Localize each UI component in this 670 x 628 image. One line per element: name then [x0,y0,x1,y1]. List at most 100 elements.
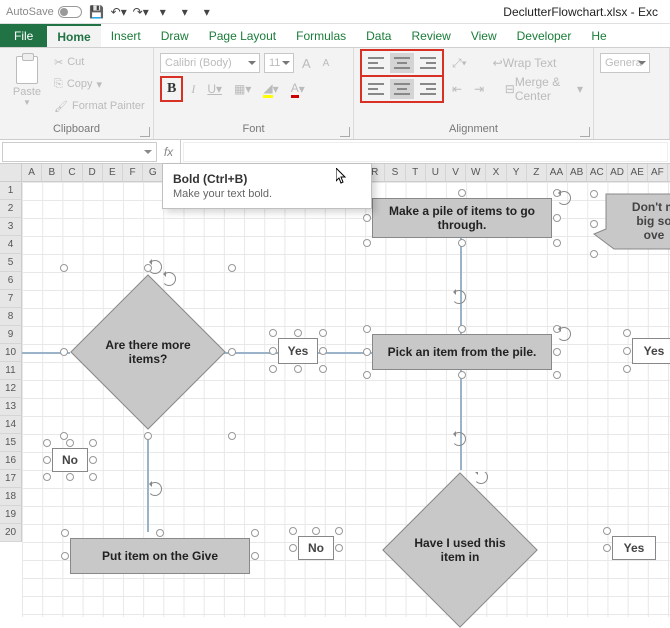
paste-button[interactable]: Paste ▼ [6,52,48,116]
drawing-canvas[interactable]: Make a pile of items to go through. Don'… [22,182,670,617]
align-right-button[interactable] [416,79,440,99]
col-header[interactable]: Z [527,164,547,181]
row-header[interactable]: 11 [0,362,22,380]
tab-home[interactable]: Home [47,24,100,47]
top-align-button[interactable] [364,53,388,73]
rotate-handle-icon[interactable] [474,472,488,484]
row-header[interactable]: 6 [0,272,22,290]
redo-icon[interactable]: ↷▾ [134,5,148,19]
italic-button[interactable]: I [187,79,199,99]
col-header[interactable]: F [123,164,143,181]
tab-data[interactable]: Data [356,24,401,47]
row-header[interactable]: 12 [0,380,22,398]
tab-page-layout[interactable]: Page Layout [199,24,286,47]
dialog-launcher-icon[interactable] [340,127,350,137]
dialog-launcher-icon[interactable] [580,127,590,137]
row-header[interactable]: 3 [0,218,22,236]
col-header[interactable]: E [103,164,123,181]
underline-button[interactable]: U ▾ [203,79,226,99]
cut-button[interactable]: ✂Cut [54,52,145,72]
col-header[interactable]: AB [567,164,587,181]
middle-align-button[interactable] [390,53,414,73]
dialog-launcher-icon[interactable] [140,127,150,137]
col-header[interactable]: AC [587,164,607,181]
row-header[interactable]: 9 [0,326,22,344]
row-header[interactable]: 16 [0,452,22,470]
align-left-button[interactable] [364,79,388,99]
tab-insert[interactable]: Insert [101,24,151,47]
shape-process[interactable]: Pick an item from the pile. [372,334,552,370]
wrap-text-button[interactable]: ↩ Wrap Text [489,53,561,73]
qat-icon[interactable]: ▾ [178,5,192,19]
shape-decision[interactable]: Have I used this item in [382,472,538,628]
bold-button[interactable]: B [163,79,180,99]
row-header[interactable]: 1 [0,182,22,200]
row-header[interactable]: 8 [0,308,22,326]
col-header[interactable]: AD [607,164,627,181]
shape-label[interactable]: Yes [612,536,656,560]
col-header[interactable]: A [22,164,42,181]
row-header[interactable]: 20 [0,524,22,542]
col-header[interactable]: AE [628,164,648,181]
col-header[interactable]: T [406,164,426,181]
format-painter-button[interactable]: 🖌Format Painter [54,96,145,116]
rotate-handle-icon[interactable] [148,260,162,274]
col-header[interactable]: AA [547,164,567,181]
bottom-align-button[interactable] [416,53,440,73]
select-all-corner[interactable] [0,164,22,181]
number-format-combo[interactable]: Genera [600,53,650,73]
tab-help[interactable]: He [581,24,616,47]
row-header[interactable]: 13 [0,398,22,416]
col-header[interactable]: W [466,164,486,181]
copy-button[interactable]: ⎘Copy ▾ [54,74,145,94]
tab-review[interactable]: Review [401,24,460,47]
row-header[interactable]: 17 [0,470,22,488]
fx-icon[interactable]: fx [157,140,181,163]
qat-icon[interactable]: ▾ [156,5,170,19]
increase-font-button[interactable]: A [298,53,315,73]
row-header[interactable]: 4 [0,236,22,254]
col-header[interactable]: X [486,164,506,181]
font-size-combo[interactable]: 11 [264,53,294,73]
save-icon[interactable]: 💾 [90,5,104,19]
col-header[interactable]: G [143,164,163,181]
increase-indent-button[interactable]: ⇥ [470,79,488,99]
tab-formulas[interactable]: Formulas [286,24,356,47]
name-box[interactable] [2,142,157,162]
row-header[interactable]: 18 [0,488,22,506]
col-header[interactable]: B [42,164,62,181]
decrease-font-button[interactable]: A [319,53,334,73]
shape-label[interactable]: No [52,448,88,472]
col-header[interactable]: Y [507,164,527,181]
undo-icon[interactable]: ↶▾ [112,5,126,19]
row-header[interactable]: 19 [0,506,22,524]
col-header[interactable]: U [426,164,446,181]
col-header[interactable]: S [385,164,405,181]
rotate-handle-icon[interactable] [557,327,571,341]
rotate-handle-icon[interactable] [452,290,466,304]
shape-label[interactable]: Yes [278,338,318,364]
row-header[interactable]: 2 [0,200,22,218]
shape-decision[interactable]: Are there more items? [70,274,226,430]
rotate-handle-icon[interactable] [557,191,571,205]
font-name-combo[interactable]: Calibri (Body) [160,53,260,73]
col-header[interactable]: D [83,164,103,181]
autosave-toggle[interactable] [58,6,82,18]
col-header[interactable]: AF [648,164,668,181]
align-center-button[interactable] [390,79,414,99]
shape-label[interactable]: Yes [632,338,670,364]
decrease-indent-button[interactable]: ⇤ [448,79,466,99]
merge-center-button[interactable]: ⊟ Merge & Center ▾ [501,79,587,99]
row-header[interactable]: 7 [0,290,22,308]
font-color-button[interactable]: A▾ [287,79,309,99]
qat-customize-icon[interactable]: ▾ [200,5,214,19]
formula-input[interactable] [183,142,668,162]
col-header[interactable]: V [446,164,466,181]
connector[interactable] [460,238,462,334]
tab-draw[interactable]: Draw [151,24,199,47]
connector[interactable] [460,370,462,470]
borders-button[interactable]: ▦▾ [230,79,255,99]
col-header[interactable]: C [62,164,82,181]
tab-file[interactable]: File [0,24,47,47]
fill-color-button[interactable]: ◢▾ [259,79,282,99]
